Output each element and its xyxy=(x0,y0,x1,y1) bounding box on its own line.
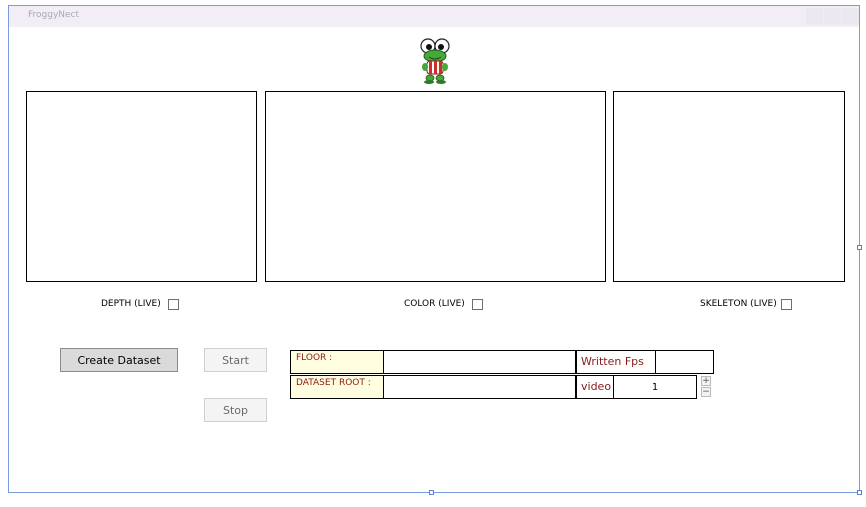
spinner-up-button[interactable]: + xyxy=(701,376,711,386)
color-live-label: COLOR (LIVE) xyxy=(404,299,465,309)
dataset-root-label: DATASET ROOT : xyxy=(290,375,384,399)
create-dataset-button[interactable]: Create Dataset xyxy=(60,348,178,372)
video-number-input[interactable]: 1 xyxy=(613,375,697,399)
resize-handle-bottom[interactable] xyxy=(429,490,434,495)
written-fps-input[interactable] xyxy=(655,350,714,374)
skeleton-live-label: SKELETON (LIVE) xyxy=(700,299,777,309)
depth-live-label: DEPTH (LIVE) xyxy=(101,299,161,309)
start-button[interactable]: Start xyxy=(204,348,267,372)
skeleton-live-checkbox[interactable] xyxy=(781,299,792,310)
stop-button[interactable]: Stop xyxy=(204,398,267,422)
resize-handle-right[interactable] xyxy=(857,245,862,250)
frog-logo-icon xyxy=(418,37,452,85)
video-label: video xyxy=(576,375,614,399)
dataset-root-input[interactable] xyxy=(383,375,576,399)
color-live-checkbox[interactable] xyxy=(472,299,483,310)
floor-input[interactable] xyxy=(383,350,576,374)
skeleton-view-panel xyxy=(613,91,845,282)
depth-live-checkbox[interactable] xyxy=(168,299,179,310)
depth-view-panel xyxy=(26,91,257,282)
color-view-panel xyxy=(265,91,606,282)
written-fps-label: Written Fps xyxy=(576,350,656,374)
resize-handle-corner[interactable] xyxy=(857,490,862,495)
spinner-down-button[interactable]: − xyxy=(701,387,711,397)
floor-label: FLOOR : xyxy=(290,350,384,374)
